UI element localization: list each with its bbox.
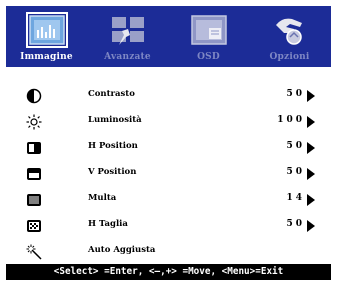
menu-item-multa[interactable]: Multa 14 — [6, 187, 331, 213]
menu-panel: Contrasto 50 Luminosità 100 H Position 5… — [6, 67, 331, 264]
tab-opzioni[interactable]: Opzioni — [249, 6, 330, 67]
tab-label: OSD — [197, 52, 220, 62]
menu-item-value: 50 — [286, 141, 305, 151]
arrow-right-icon[interactable] — [307, 220, 315, 232]
options-hand-icon — [276, 18, 302, 45]
brightness-icon — [26, 114, 42, 130]
menu-item-label: H Position — [88, 141, 138, 151]
menu-item-value: 50 — [286, 219, 305, 229]
auto-adjust-icon — [26, 244, 42, 260]
menu-item-v-position[interactable]: V Position 50 — [6, 161, 331, 187]
tab-osd[interactable]: OSD — [168, 6, 249, 67]
arrow-right-icon[interactable] — [307, 142, 315, 154]
status-bar: <Select> =Enter, <–,+> =Move, <Menu>=Exi… — [6, 264, 331, 280]
menu-item-label: V Position — [88, 167, 137, 177]
menu-item-label: Multa — [88, 193, 117, 203]
menu-item-label: Auto Aggiusta — [88, 245, 156, 255]
arrow-right-icon[interactable] — [307, 194, 315, 206]
tab-avanzate[interactable]: Avanzate — [87, 6, 168, 67]
picture-icon — [26, 12, 68, 48]
menu-item-h-position[interactable]: H Position 50 — [6, 135, 331, 161]
menu-item-value: 50 — [286, 167, 305, 177]
menu-item-value: 100 — [277, 115, 305, 125]
menu-item-value: 14 — [286, 193, 305, 203]
osd-icon — [191, 15, 227, 45]
tab-label: Avanzate — [104, 52, 151, 62]
clock-icon — [27, 220, 41, 232]
menu-item-label: H Taglia — [88, 219, 128, 229]
contrast-icon — [26, 88, 42, 104]
arrow-right-icon[interactable] — [307, 116, 315, 128]
tab-label: Opzioni — [269, 52, 310, 62]
tab-immagine[interactable]: Immagine — [6, 6, 87, 67]
osd-menu: Immagine Avanzate OSD Opzioni Contrasto … — [6, 6, 331, 280]
h-position-icon — [27, 142, 41, 154]
advanced-settings-icon — [112, 17, 144, 45]
menu-item-auto-aggiusta[interactable]: Auto Aggiusta — [6, 239, 331, 265]
menu-item-luminosita[interactable]: Luminosità 100 — [6, 109, 331, 135]
menu-item-contrasto[interactable]: Contrasto 50 — [6, 83, 331, 109]
arrow-right-icon[interactable] — [307, 90, 315, 102]
tab-label: Immagine — [20, 52, 73, 62]
phase-icon — [27, 194, 41, 206]
tab-bar: Immagine Avanzate OSD Opzioni — [6, 6, 331, 67]
menu-item-label: Luminosità — [88, 115, 142, 125]
menu-item-h-taglia[interactable]: H Taglia 50 — [6, 213, 331, 239]
v-position-icon — [27, 168, 41, 180]
menu-item-value: 50 — [286, 89, 305, 99]
arrow-right-icon[interactable] — [307, 168, 315, 180]
menu-item-label: Contrasto — [88, 89, 135, 99]
